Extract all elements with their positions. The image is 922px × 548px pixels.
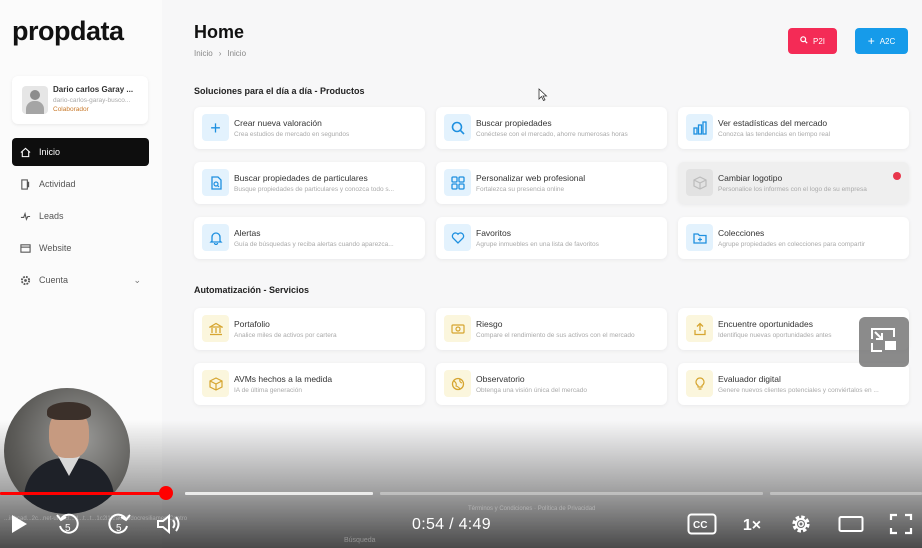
fullscreen-button[interactable]: [886, 512, 916, 540]
section-title-productos: Soluciones para el día a día - Productos: [194, 86, 365, 96]
sidebar-item-label: Actividad: [39, 179, 76, 189]
settings-button[interactable]: [787, 512, 815, 540]
user-name: Dario carlos Garay ...: [53, 85, 134, 94]
card-observatorio[interactable]: Observatorio Obtenga una visión única de…: [436, 363, 667, 405]
card-buscar-particulares[interactable]: Buscar propiedades de particulares Busqu…: [194, 162, 425, 204]
svg-text:5: 5: [65, 523, 71, 534]
upload-icon: [686, 315, 713, 342]
card-personalizar-web[interactable]: Personalizar web profesional Fortalezca …: [436, 162, 667, 204]
breadcrumb-item[interactable]: Inicio: [194, 49, 213, 58]
card-cambiar-logotipo[interactable]: Cambiar logotipo Personalice los informe…: [678, 162, 909, 204]
card-alertas[interactable]: Alertas Guía de búsquedas y reciba alert…: [194, 217, 425, 259]
theater-mode-button[interactable]: [836, 512, 866, 540]
card-avms[interactable]: AVMs hechos a la medida IA de última gen…: [194, 363, 425, 405]
sidebar-item-label: Inicio: [39, 147, 61, 157]
plus-icon: +: [867, 34, 875, 48]
svg-text:CC: CC: [693, 520, 707, 531]
user-role: Colaborador: [53, 106, 89, 113]
activity-icon: [19, 178, 31, 190]
user-card[interactable]: Dario carlos Garay ... dario-carlos-gara…: [12, 76, 148, 124]
notification-badge: [893, 172, 901, 180]
sidebar-item-label: Website: [39, 243, 72, 253]
miniplayer-icon: [870, 327, 898, 358]
card-riesgo[interactable]: Riesgo Compare el rendimiento de sus act…: [436, 308, 667, 350]
leads-icon: [19, 210, 31, 222]
miniplayer-button[interactable]: [859, 317, 909, 367]
progress-scrubber[interactable]: [159, 486, 173, 500]
folder-plus-icon: [686, 224, 713, 251]
svg-text:5: 5: [116, 523, 122, 534]
gear-icon: [19, 274, 31, 286]
progress-played[interactable]: [0, 492, 166, 495]
breadcrumb-item[interactable]: Inicio: [227, 49, 246, 58]
bell-icon: [202, 224, 229, 251]
card-crear-valoracion[interactable]: + Crear nueva valoración Crea estudios d…: [194, 107, 425, 149]
p2i-button[interactable]: P2I: [788, 28, 837, 54]
forward-5-icon: 5: [106, 511, 132, 542]
page-title: Home: [194, 22, 245, 42]
captions-icon: CC: [687, 513, 717, 540]
chart-icon: [686, 114, 713, 141]
forward-button[interactable]: 5: [105, 512, 133, 540]
sidebar-item-leads[interactable]: Leads: [12, 202, 149, 230]
heart-icon: [444, 224, 471, 251]
card-colecciones[interactable]: Colecciones Agrupe propiedades en colecc…: [678, 217, 909, 259]
playback-speed-button[interactable]: 1×: [738, 512, 766, 540]
time-display: 0:54 / 4:49: [412, 516, 491, 533]
taskbar-search-text: Búsqueda: [344, 537, 376, 544]
sidebar-item-cuenta[interactable]: Cuenta ⌄: [12, 266, 149, 294]
user-email: dario-carlos-garay-busco...: [53, 97, 131, 104]
webcam-overlay: [4, 388, 130, 514]
captions-button[interactable]: CC: [686, 512, 718, 540]
cube-icon: [686, 169, 713, 196]
progress-remaining[interactable]: [770, 492, 922, 495]
section-title-servicios: Automatización - Servicios: [194, 285, 310, 295]
document-search-icon: [202, 169, 229, 196]
website-icon: [19, 242, 31, 254]
progress-remaining[interactable]: [380, 492, 763, 495]
volume-icon: [156, 513, 182, 540]
background-footer-text: Términos y Condiciones · Política de Pri…: [468, 506, 596, 512]
play-button[interactable]: [6, 512, 32, 540]
card-evaluador[interactable]: Evaluador digital Genere nuevos clientes…: [678, 363, 909, 405]
app-logo[interactable]: propdata: [12, 16, 124, 47]
chevron-down-icon[interactable]: ⌄: [133, 275, 141, 286]
rewind-5-icon: 5: [55, 511, 81, 542]
card-estadisticas[interactable]: Ver estadísticas del mercado Conozca las…: [678, 107, 909, 149]
plus-icon: +: [202, 114, 229, 141]
breadcrumb: Inicio › Inicio: [194, 49, 246, 58]
bulb-icon: [686, 370, 713, 397]
gear-icon: [789, 512, 813, 541]
a2c-button[interactable]: + A2C: [855, 28, 908, 54]
money-icon: [444, 315, 471, 342]
volume-button[interactable]: [155, 512, 183, 540]
progress-buffered[interactable]: [185, 492, 373, 495]
card-portafolio[interactable]: Portafolio Analice miles de activos por …: [194, 308, 425, 350]
rewind-button[interactable]: 5: [54, 512, 82, 540]
box-icon: [202, 370, 229, 397]
breadcrumb-separator-icon: ›: [218, 49, 222, 58]
theater-icon: [838, 515, 864, 538]
home-icon: [19, 146, 31, 158]
sidebar-item-website[interactable]: Website: [12, 234, 149, 262]
search-icon: [444, 114, 471, 141]
grid-icon: [444, 169, 471, 196]
bank-icon: [202, 315, 229, 342]
mouse-cursor-icon: [538, 88, 548, 106]
sidebar-item-label: Leads: [39, 211, 64, 221]
sidebar-item-label: Cuenta: [39, 275, 69, 285]
sidebar-item-inicio[interactable]: Inicio: [12, 138, 149, 166]
sidebar-item-actividad[interactable]: Actividad: [12, 170, 149, 198]
globe-icon: [444, 370, 471, 397]
card-favoritos[interactable]: Favoritos Agrupe inmuebles en una lista …: [436, 217, 667, 259]
avatar: [22, 86, 48, 114]
play-icon: [10, 514, 28, 539]
card-buscar-propiedades[interactable]: Buscar propiedades Conéctese con el merc…: [436, 107, 667, 149]
search-icon: [800, 36, 808, 46]
fullscreen-icon: [889, 513, 913, 540]
